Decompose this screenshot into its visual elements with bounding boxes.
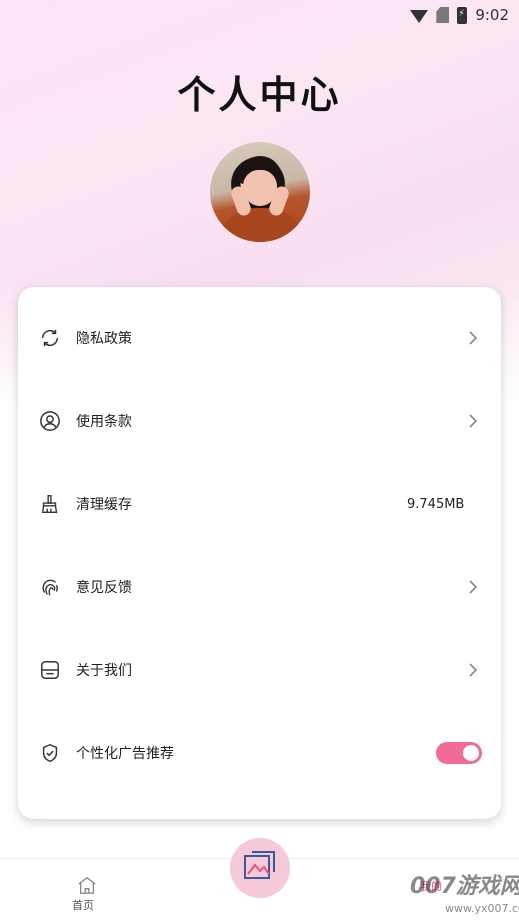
personalized-ads-toggle[interactable] <box>436 742 482 764</box>
menu-item-feedback[interactable]: 意见反馈 <box>18 557 501 617</box>
menu-item-label: 清理缓存 <box>76 497 132 513</box>
refresh-icon <box>38 326 62 350</box>
battery-icon <box>457 6 468 24</box>
user-circle-icon <box>38 409 62 433</box>
broom-icon <box>38 492 62 516</box>
menu-item-about-us[interactable]: 关于我们 <box>18 640 501 700</box>
menu-item-terms-of-use[interactable]: 使用条款 <box>18 391 501 451</box>
sim-icon <box>436 7 450 23</box>
nav-home[interactable]: 首页 <box>72 875 100 912</box>
settings-card: 隐私政策 使用条款 清理缓存 9.745MB 意见反馈 关于我们 个性化广告推荐 <box>18 287 501 819</box>
menu-item-label: 关于我们 <box>76 663 132 679</box>
avatar[interactable] <box>210 142 310 242</box>
status-bar: 9:02 <box>0 0 519 30</box>
chevron-right-icon <box>466 577 480 597</box>
menu-item-personalized-ads: 个性化广告推荐 <box>18 723 501 783</box>
menu-item-label: 个性化广告推荐 <box>76 746 174 762</box>
chevron-right-icon <box>466 660 480 680</box>
chevron-right-icon <box>466 411 480 431</box>
status-time: 9:02 <box>475 6 509 24</box>
page-title: 个人中心 <box>177 73 342 117</box>
info-box-icon <box>38 658 62 682</box>
nav-home-label: 首页 <box>72 899 94 912</box>
toggle-knob <box>463 745 479 761</box>
watermark-text: 007游戏网 <box>410 874 519 899</box>
photo-frame-icon <box>242 850 278 886</box>
chevron-right-icon <box>466 328 480 348</box>
menu-item-label: 使用条款 <box>76 414 132 430</box>
center-camera-button[interactable] <box>230 838 290 898</box>
watermark-url: www.yx007.com <box>445 902 519 915</box>
menu-item-clear-cache[interactable]: 清理缓存 9.745MB <box>18 474 501 534</box>
menu-item-label: 隐私政策 <box>76 331 132 347</box>
shield-check-icon <box>38 741 62 765</box>
menu-item-label: 意见反馈 <box>76 580 132 596</box>
fingerprint-icon <box>38 575 62 599</box>
cache-size-value: 9.745MB <box>407 496 465 512</box>
menu-item-privacy-policy[interactable]: 隐私政策 <box>18 308 501 368</box>
wifi-icon <box>410 9 429 23</box>
